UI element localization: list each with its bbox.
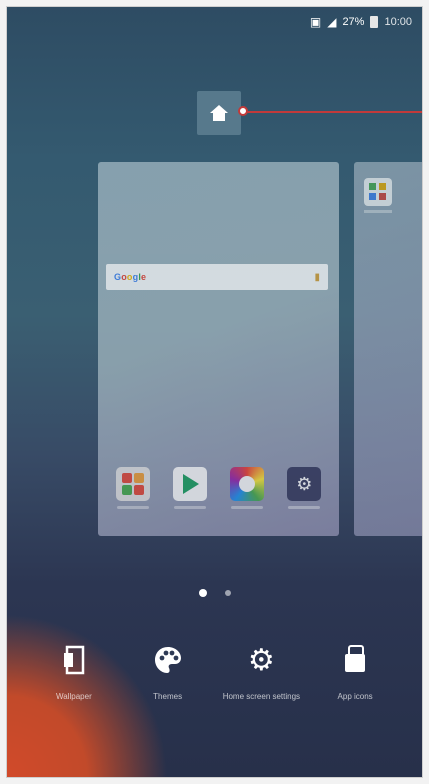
google-logo: Google	[114, 272, 147, 282]
home-screen-settings-label: Home screen settings	[222, 692, 301, 701]
preview-app[interactable]	[223, 467, 271, 509]
wallpaper-label: Wallpaper	[56, 692, 92, 701]
page-dot-active[interactable]	[198, 589, 207, 597]
app-icons-icon	[342, 642, 368, 678]
signal-icon: ◢	[327, 15, 337, 29]
mic-icon[interactable]: ▮	[314, 272, 320, 283]
settings-icon: ⚙	[287, 467, 322, 501]
app-icons-label: App icons	[337, 692, 373, 701]
preview-app[interactable]	[166, 467, 214, 509]
page-indicator	[7, 589, 422, 597]
callout-dot	[238, 106, 248, 116]
google-search-bar[interactable]: Google ▮	[106, 264, 328, 290]
nfc-icon: ▣	[309, 15, 322, 29]
home-screen-settings-button[interactable]: ⚙ Home screen settings	[221, 642, 301, 722]
preview-app[interactable]: ⚙	[280, 467, 328, 509]
preview-app-row: ⚙	[98, 467, 339, 527]
gear-icon: ⚙	[247, 643, 275, 677]
app-label	[173, 506, 206, 509]
callout-line	[243, 111, 422, 113]
palette-icon	[153, 642, 183, 678]
clock: 10:00	[384, 16, 412, 28]
page-dot[interactable]	[224, 590, 231, 596]
app-label	[231, 506, 264, 509]
google-folder-icon	[364, 178, 392, 206]
play-store-icon	[172, 467, 207, 501]
app-icons-button[interactable]: App icons	[315, 642, 395, 722]
camera-icon	[230, 467, 265, 501]
app-label	[288, 506, 321, 509]
wallpaper-button[interactable]: Wallpaper	[34, 642, 114, 722]
status-bar: ▣ ◢ 27% 10:00	[310, 13, 412, 31]
edit-actions-bar: Wallpaper Themes ⚙ Home screen settings	[7, 642, 422, 722]
home-screen-edit-mode: ▣ ◢ 27% 10:00 Google ▮ ⚙ Wallpaper Theme…	[6, 6, 423, 778]
home-page-preview-next[interactable]	[354, 162, 422, 536]
home-indicator-button[interactable]	[197, 91, 241, 135]
themes-label: Themes	[153, 692, 183, 701]
app-label	[364, 210, 392, 213]
battery-percent: 27%	[342, 16, 365, 28]
themes-button[interactable]: Themes	[128, 642, 208, 722]
preview-top-text	[108, 180, 329, 190]
battery-icon	[370, 16, 379, 28]
apps-icon	[115, 467, 150, 501]
wallpaper-icon	[63, 642, 85, 678]
home-icon	[210, 105, 228, 121]
app-label	[116, 506, 149, 509]
home-page-preview[interactable]: Google ▮ ⚙	[98, 162, 339, 536]
preview-app[interactable]	[109, 467, 157, 509]
